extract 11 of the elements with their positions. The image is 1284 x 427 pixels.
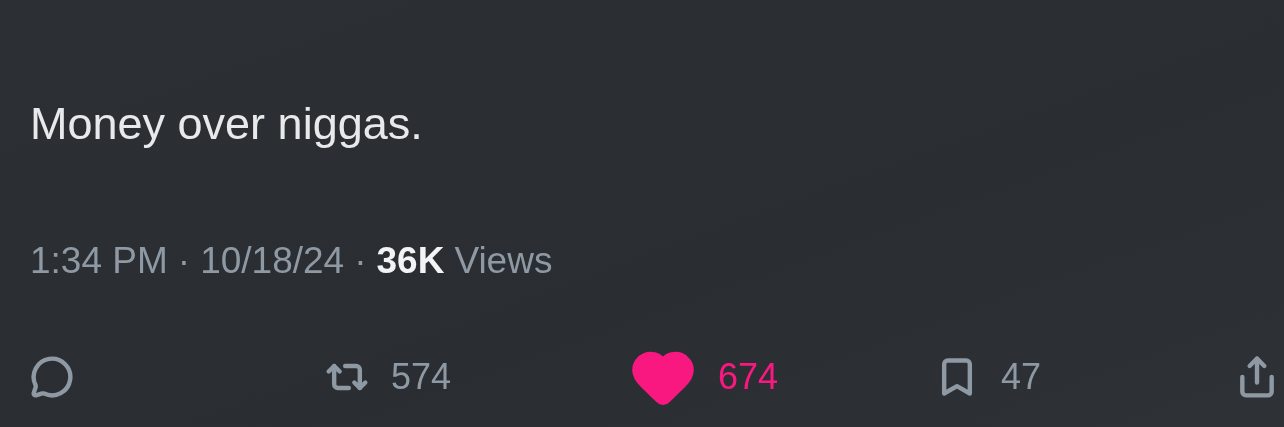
meta-text: Views: [454, 239, 553, 283]
bookmark-count: 47: [1001, 355, 1042, 399]
meta-text: 1:34 PM: [30, 239, 168, 283]
view-count: 36K: [376, 239, 445, 283]
tweet-text: Money over niggas.: [30, 97, 424, 151]
retweet-count: 574: [391, 355, 452, 399]
separator-dot: ·: [177, 239, 191, 283]
meta-text: 10/18/24: [200, 239, 345, 283]
separator-dot: ·: [354, 239, 367, 283]
like-count: 674: [718, 355, 779, 399]
reply-icon[interactable]: [30, 355, 74, 399]
